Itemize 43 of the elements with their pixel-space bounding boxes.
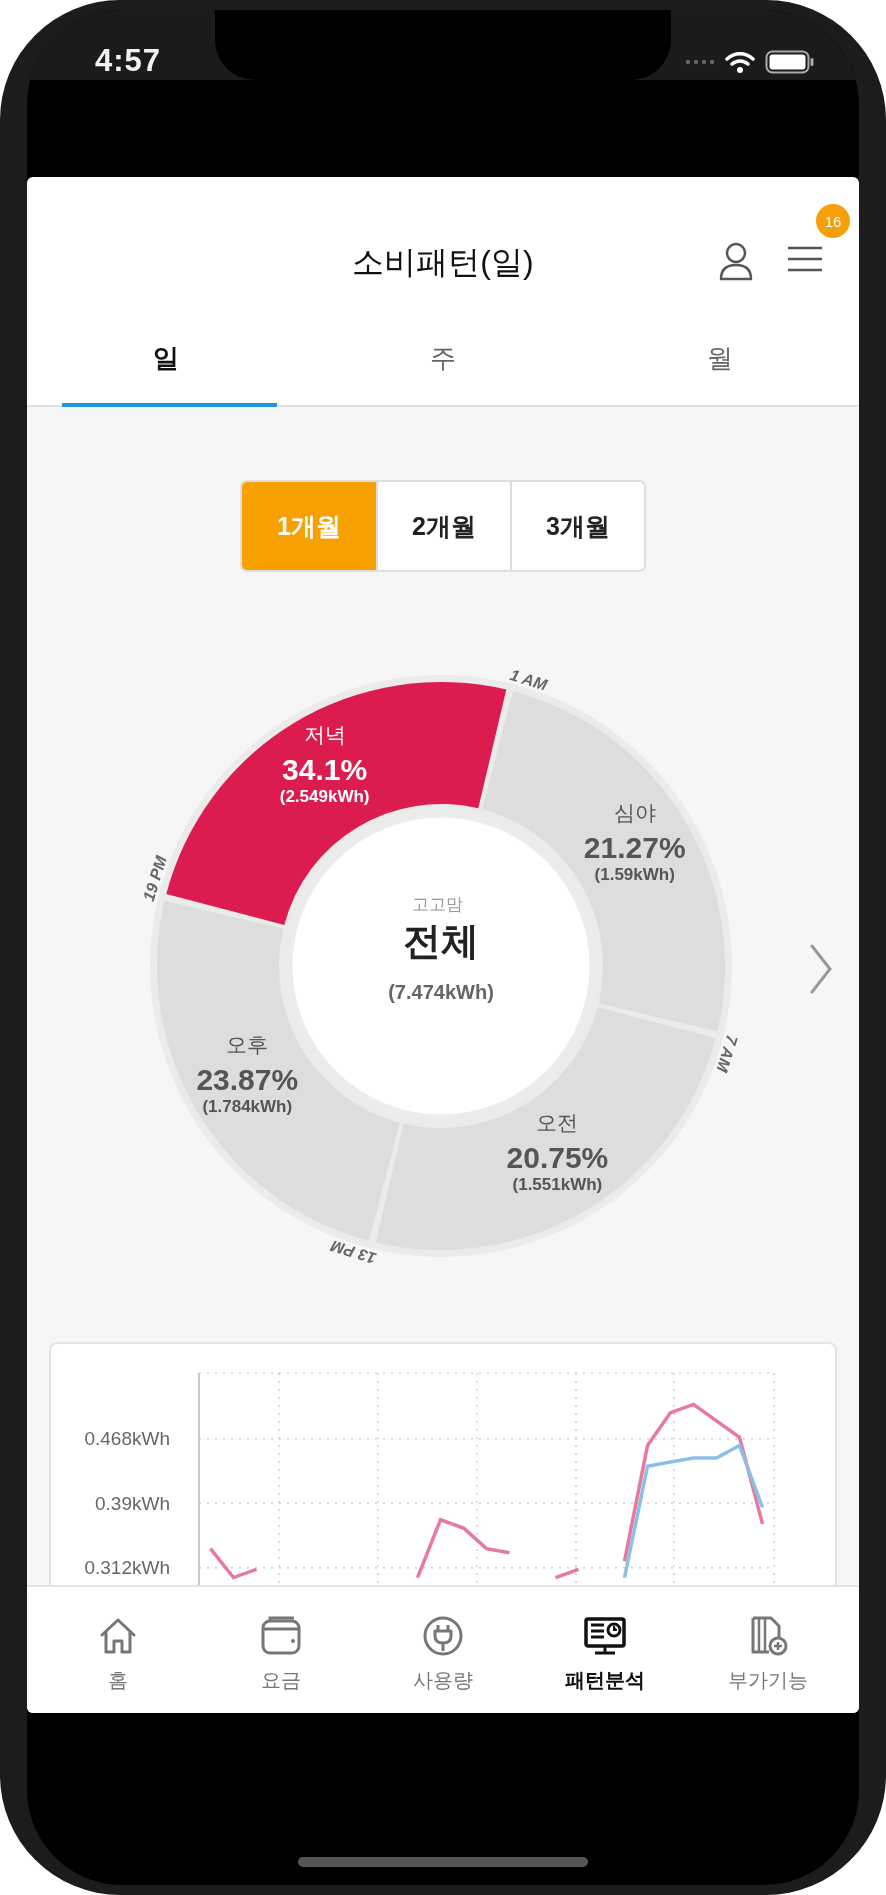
dial-segment[interactable] [166, 682, 507, 925]
wifi-icon [725, 51, 755, 73]
notification-badge: 16 [816, 204, 850, 238]
segment-name: 심야 [613, 800, 656, 824]
dial-caption: 고고맘 [411, 895, 463, 914]
nav-item[interactable]: 부가기능 [686, 1587, 850, 1713]
segment-percent: 21.27% [583, 830, 686, 864]
dial-total: (7.474kWh) [388, 981, 494, 1003]
monitor-icon [584, 1615, 627, 1657]
segment-percent: 23.87% [196, 1063, 299, 1097]
segment-usage: (1.784kWh) [202, 1097, 293, 1117]
page-title: 소비패턴(일) [352, 243, 534, 282]
menu-icon[interactable] [786, 244, 824, 274]
segment-percent: 20.75% [506, 1140, 609, 1174]
y-tick-label: 0.468kWh [84, 1428, 170, 1450]
nav-item[interactable]: 패턴분석 [524, 1587, 687, 1713]
signal-icon [685, 59, 715, 65]
tab[interactable]: 월 [581, 312, 859, 405]
segment-name: 오전 [536, 1110, 579, 1134]
period-button[interactable]: 3개월 [510, 482, 644, 570]
nav-item[interactable]: 홈 [37, 1587, 200, 1713]
time-label: 7 AM [713, 1033, 741, 1074]
y-tick-label: 0.39kWh [95, 1492, 170, 1514]
battery-icon [765, 50, 815, 74]
segment-name: 오후 [226, 1033, 269, 1057]
tab[interactable]: 일 [27, 312, 305, 405]
tab[interactable]: 주 [304, 312, 582, 405]
user-icon[interactable] [718, 241, 754, 281]
dial-title: 전체 [403, 920, 479, 962]
segment-usage: (2.549kWh) [279, 787, 370, 807]
time-label: 1 AM [508, 666, 549, 694]
segment-percent: 34.1% [282, 753, 368, 787]
segment-usage: (1.551kWh) [512, 1174, 603, 1194]
status-time: 4:57 [95, 43, 162, 79]
segment-usage: (1.59kWh) [594, 864, 675, 884]
time-label: 13 PM [328, 1237, 379, 1268]
y-tick-label: 0.312kWh [84, 1557, 170, 1579]
wallet-icon [259, 1615, 302, 1657]
segment-name: 저녁 [303, 723, 346, 747]
time-label: 19 PM [139, 853, 170, 904]
nav-item[interactable]: 사용량 [361, 1587, 525, 1713]
plug-icon [422, 1615, 464, 1657]
nav-item[interactable]: 요금 [199, 1587, 362, 1713]
